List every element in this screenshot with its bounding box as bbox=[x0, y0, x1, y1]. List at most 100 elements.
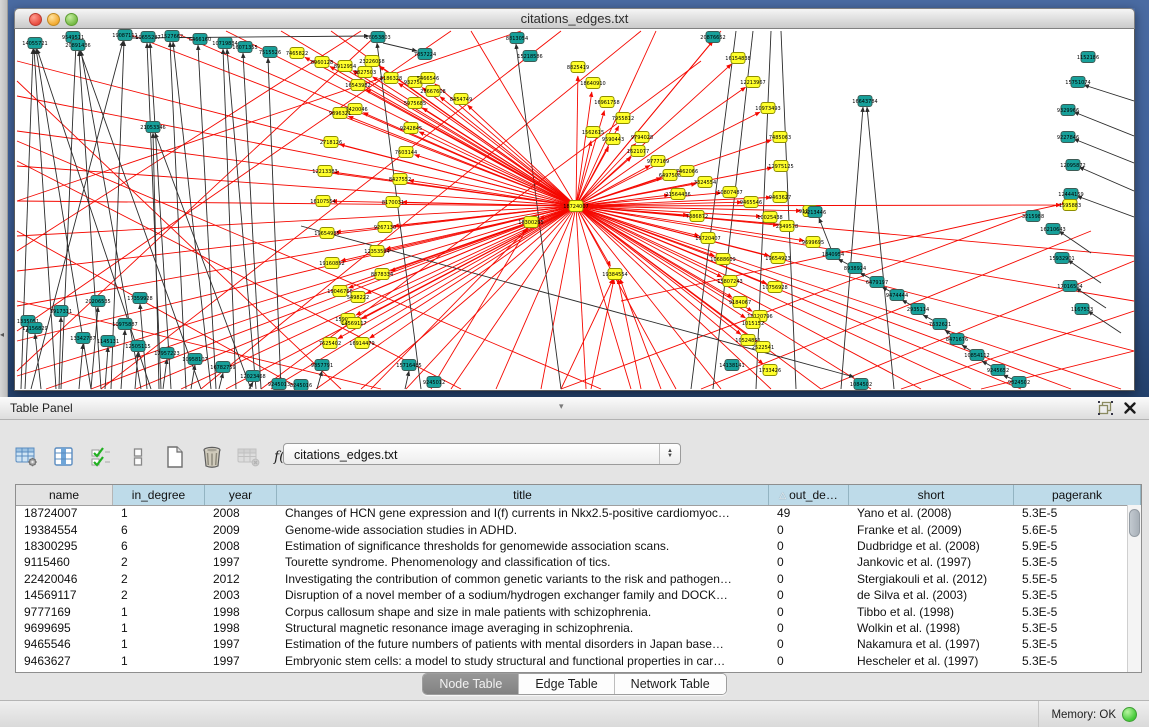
graph-node[interactable]: 9227846 bbox=[1057, 132, 1079, 143]
graph-node[interactable]: 9329966 bbox=[1057, 105, 1079, 116]
graph-node[interactable]: 16154838 bbox=[725, 53, 750, 64]
graph-node[interactable]: 19160852 bbox=[319, 258, 344, 269]
graph-node[interactable]: 8170031 bbox=[382, 197, 404, 208]
graph-node[interactable]: 15932901 bbox=[1049, 253, 1074, 264]
graph-node[interactable]: 2718126 bbox=[320, 137, 342, 148]
column-header-year[interactable]: year bbox=[205, 485, 277, 505]
graph-node[interactable]: 12444159 bbox=[1058, 189, 1083, 200]
column-header-title[interactable]: title bbox=[277, 485, 769, 505]
graph-node[interactable]: 1621077 bbox=[627, 146, 649, 157]
graph-node[interactable]: 12213383 bbox=[312, 166, 337, 177]
graph-node[interactable]: 8471676 bbox=[946, 334, 968, 345]
graph-node[interactable]: 23667608 bbox=[420, 86, 445, 97]
graph-node[interactable]: 15218586 bbox=[517, 51, 542, 62]
graph-node[interactable]: 1084502 bbox=[850, 379, 872, 390]
table-row[interactable]: 977716911998Corpus callosum shape and si… bbox=[16, 603, 1128, 619]
graph-node[interactable]: 7603144 bbox=[395, 147, 417, 158]
graph-node[interactable]: 10688609 bbox=[710, 254, 735, 265]
table-row[interactable]: 969969511998Structural magnetic resonanc… bbox=[16, 620, 1128, 636]
graph-node[interactable]: 21564436 bbox=[665, 189, 690, 200]
graph-node[interactable]: 16914479 bbox=[349, 338, 374, 349]
graph-node[interactable]: 6466160 bbox=[189, 34, 211, 45]
graph-node[interactable]: 5466546 bbox=[417, 73, 439, 84]
graph-node[interactable]: 13342787 bbox=[70, 333, 95, 344]
graph-node[interactable]: 19654923 bbox=[765, 253, 790, 264]
graph-node[interactable]: 2349578 bbox=[776, 221, 798, 232]
collapsed-west-panel[interactable]: ◂ bbox=[0, 0, 8, 397]
graph-node[interactable]: 21053346 bbox=[140, 122, 165, 133]
tab-edge-table[interactable]: Edge Table bbox=[519, 674, 614, 694]
graph-node[interactable]: 9245012 bbox=[423, 377, 445, 388]
table-select-dropdown[interactable]: citations_edges.txt ▲▼ bbox=[283, 443, 681, 465]
graph-node[interactable]: 15720407 bbox=[695, 233, 720, 244]
graph-node[interactable]: 9777169 bbox=[647, 156, 669, 167]
graph-node[interactable]: 7955812 bbox=[612, 113, 634, 124]
graph-node[interactable]: 8813054 bbox=[506, 33, 528, 44]
graph-node[interactable]: 2935114 bbox=[907, 304, 929, 315]
graph-node[interactable]: 7857224 bbox=[414, 49, 436, 60]
graph-node[interactable]: 8960128 bbox=[311, 57, 333, 68]
graph-node[interactable]: 14055721 bbox=[22, 38, 47, 49]
graph-node[interactable]: 9245013 bbox=[268, 379, 290, 390]
graph-node[interactable]: 16053803 bbox=[365, 32, 390, 43]
graph-node[interactable]: 9184067 bbox=[729, 297, 751, 308]
graph-node[interactable]: 12023468 bbox=[240, 371, 265, 382]
graph-node[interactable]: 7485063 bbox=[769, 132, 791, 143]
table-row[interactable]: 911546021997Tourette syndrome. Phenomeno… bbox=[16, 554, 1128, 570]
table-row[interactable]: 946554611997Estimation of the future num… bbox=[16, 636, 1128, 652]
graph-node[interactable]: 3324554 bbox=[694, 177, 716, 188]
graph-node[interactable]: 20206535 bbox=[85, 296, 110, 307]
graph-node[interactable]: 10973493 bbox=[755, 103, 780, 114]
graph-node[interactable]: 1562615 bbox=[582, 127, 604, 138]
graph-node[interactable]: 15751074 bbox=[1065, 77, 1090, 88]
delete-table-button[interactable] bbox=[236, 444, 262, 470]
graph-node[interactable]: 16643784 bbox=[852, 96, 877, 107]
graph-node[interactable]: 10655287 bbox=[135, 32, 160, 43]
graph-node[interactable]: 10975887 bbox=[112, 319, 137, 330]
vertical-scrollbar[interactable] bbox=[1127, 505, 1141, 672]
graph-node[interactable]: 9267130 bbox=[374, 222, 396, 233]
graph-node[interactable]: 7462066 bbox=[676, 166, 698, 177]
column-header-out_de[interactable]: △out_de… bbox=[769, 485, 849, 505]
graph-node[interactable]: 9242845 bbox=[400, 123, 422, 134]
graph-node[interactable]: 7465822 bbox=[286, 48, 308, 59]
select-attributes-button[interactable] bbox=[88, 444, 114, 470]
delete-column-button[interactable] bbox=[199, 444, 225, 470]
graph-node[interactable]: 16961758 bbox=[594, 97, 619, 108]
table-settings-button[interactable] bbox=[14, 444, 40, 470]
graph-node[interactable]: 9857791 bbox=[311, 360, 333, 371]
show-columns-button[interactable] bbox=[51, 444, 77, 470]
close-panel-icon[interactable] bbox=[1123, 401, 1137, 415]
graph-node[interactable]: 9590443 bbox=[602, 134, 624, 145]
graph-node[interactable]: 12975125 bbox=[768, 161, 793, 172]
graph-node[interactable]: 17016504 bbox=[1057, 281, 1082, 292]
table-row[interactable]: 1938455462009Genome-wide association stu… bbox=[16, 521, 1128, 537]
graph-node[interactable]: 1145131 bbox=[97, 336, 119, 347]
network-canvas[interactable]: 1872400714055721954951120891436190871111… bbox=[14, 29, 1135, 391]
graph-node[interactable]: 9245652 bbox=[987, 365, 1009, 376]
table-row[interactable]: 2242004622012Investigating the contribut… bbox=[16, 571, 1128, 587]
table-row[interactable]: 1872400712008Changes of HCN gene express… bbox=[16, 505, 1128, 521]
memory-status[interactable]: Memory: OK bbox=[1038, 701, 1137, 727]
panel-splitter-handle[interactable]: ▾ bbox=[559, 395, 564, 417]
graph-node[interactable]: 10958107 bbox=[182, 354, 207, 365]
graph-node[interactable]: 18640910 bbox=[580, 78, 605, 89]
graph-node[interactable]: 7515526 bbox=[259, 47, 281, 58]
graph-node[interactable]: 1733426 bbox=[759, 365, 781, 376]
graph-node[interactable]: 3917311 bbox=[50, 306, 72, 317]
column-header-in_degree[interactable]: in_degree bbox=[113, 485, 205, 505]
graph-node[interactable]: 9794028 bbox=[631, 132, 653, 143]
graph-node[interactable]: 12353594 bbox=[364, 246, 389, 257]
graph-node[interactable]: 19384554 bbox=[602, 269, 627, 280]
float-panel-icon[interactable] bbox=[1098, 401, 1113, 415]
tab-node-table[interactable]: Node Table bbox=[423, 674, 519, 694]
panel-expand-arrow-icon[interactable]: ◂ bbox=[0, 330, 4, 339]
graph-node[interactable]: 12095872 bbox=[1060, 160, 1085, 171]
graph-node[interactable]: 16107554 bbox=[310, 196, 335, 207]
graph-node[interactable]: 9699695 bbox=[802, 237, 824, 248]
graph-node[interactable]: 1152186 bbox=[1077, 52, 1099, 63]
scrollbar-thumb[interactable] bbox=[1129, 509, 1140, 537]
graph-node[interactable]: 10025438 bbox=[757, 212, 782, 223]
column-header-pagerank[interactable]: pagerank bbox=[1014, 485, 1141, 505]
table-row[interactable]: 1456911722003Disruption of a novel membe… bbox=[16, 587, 1128, 603]
